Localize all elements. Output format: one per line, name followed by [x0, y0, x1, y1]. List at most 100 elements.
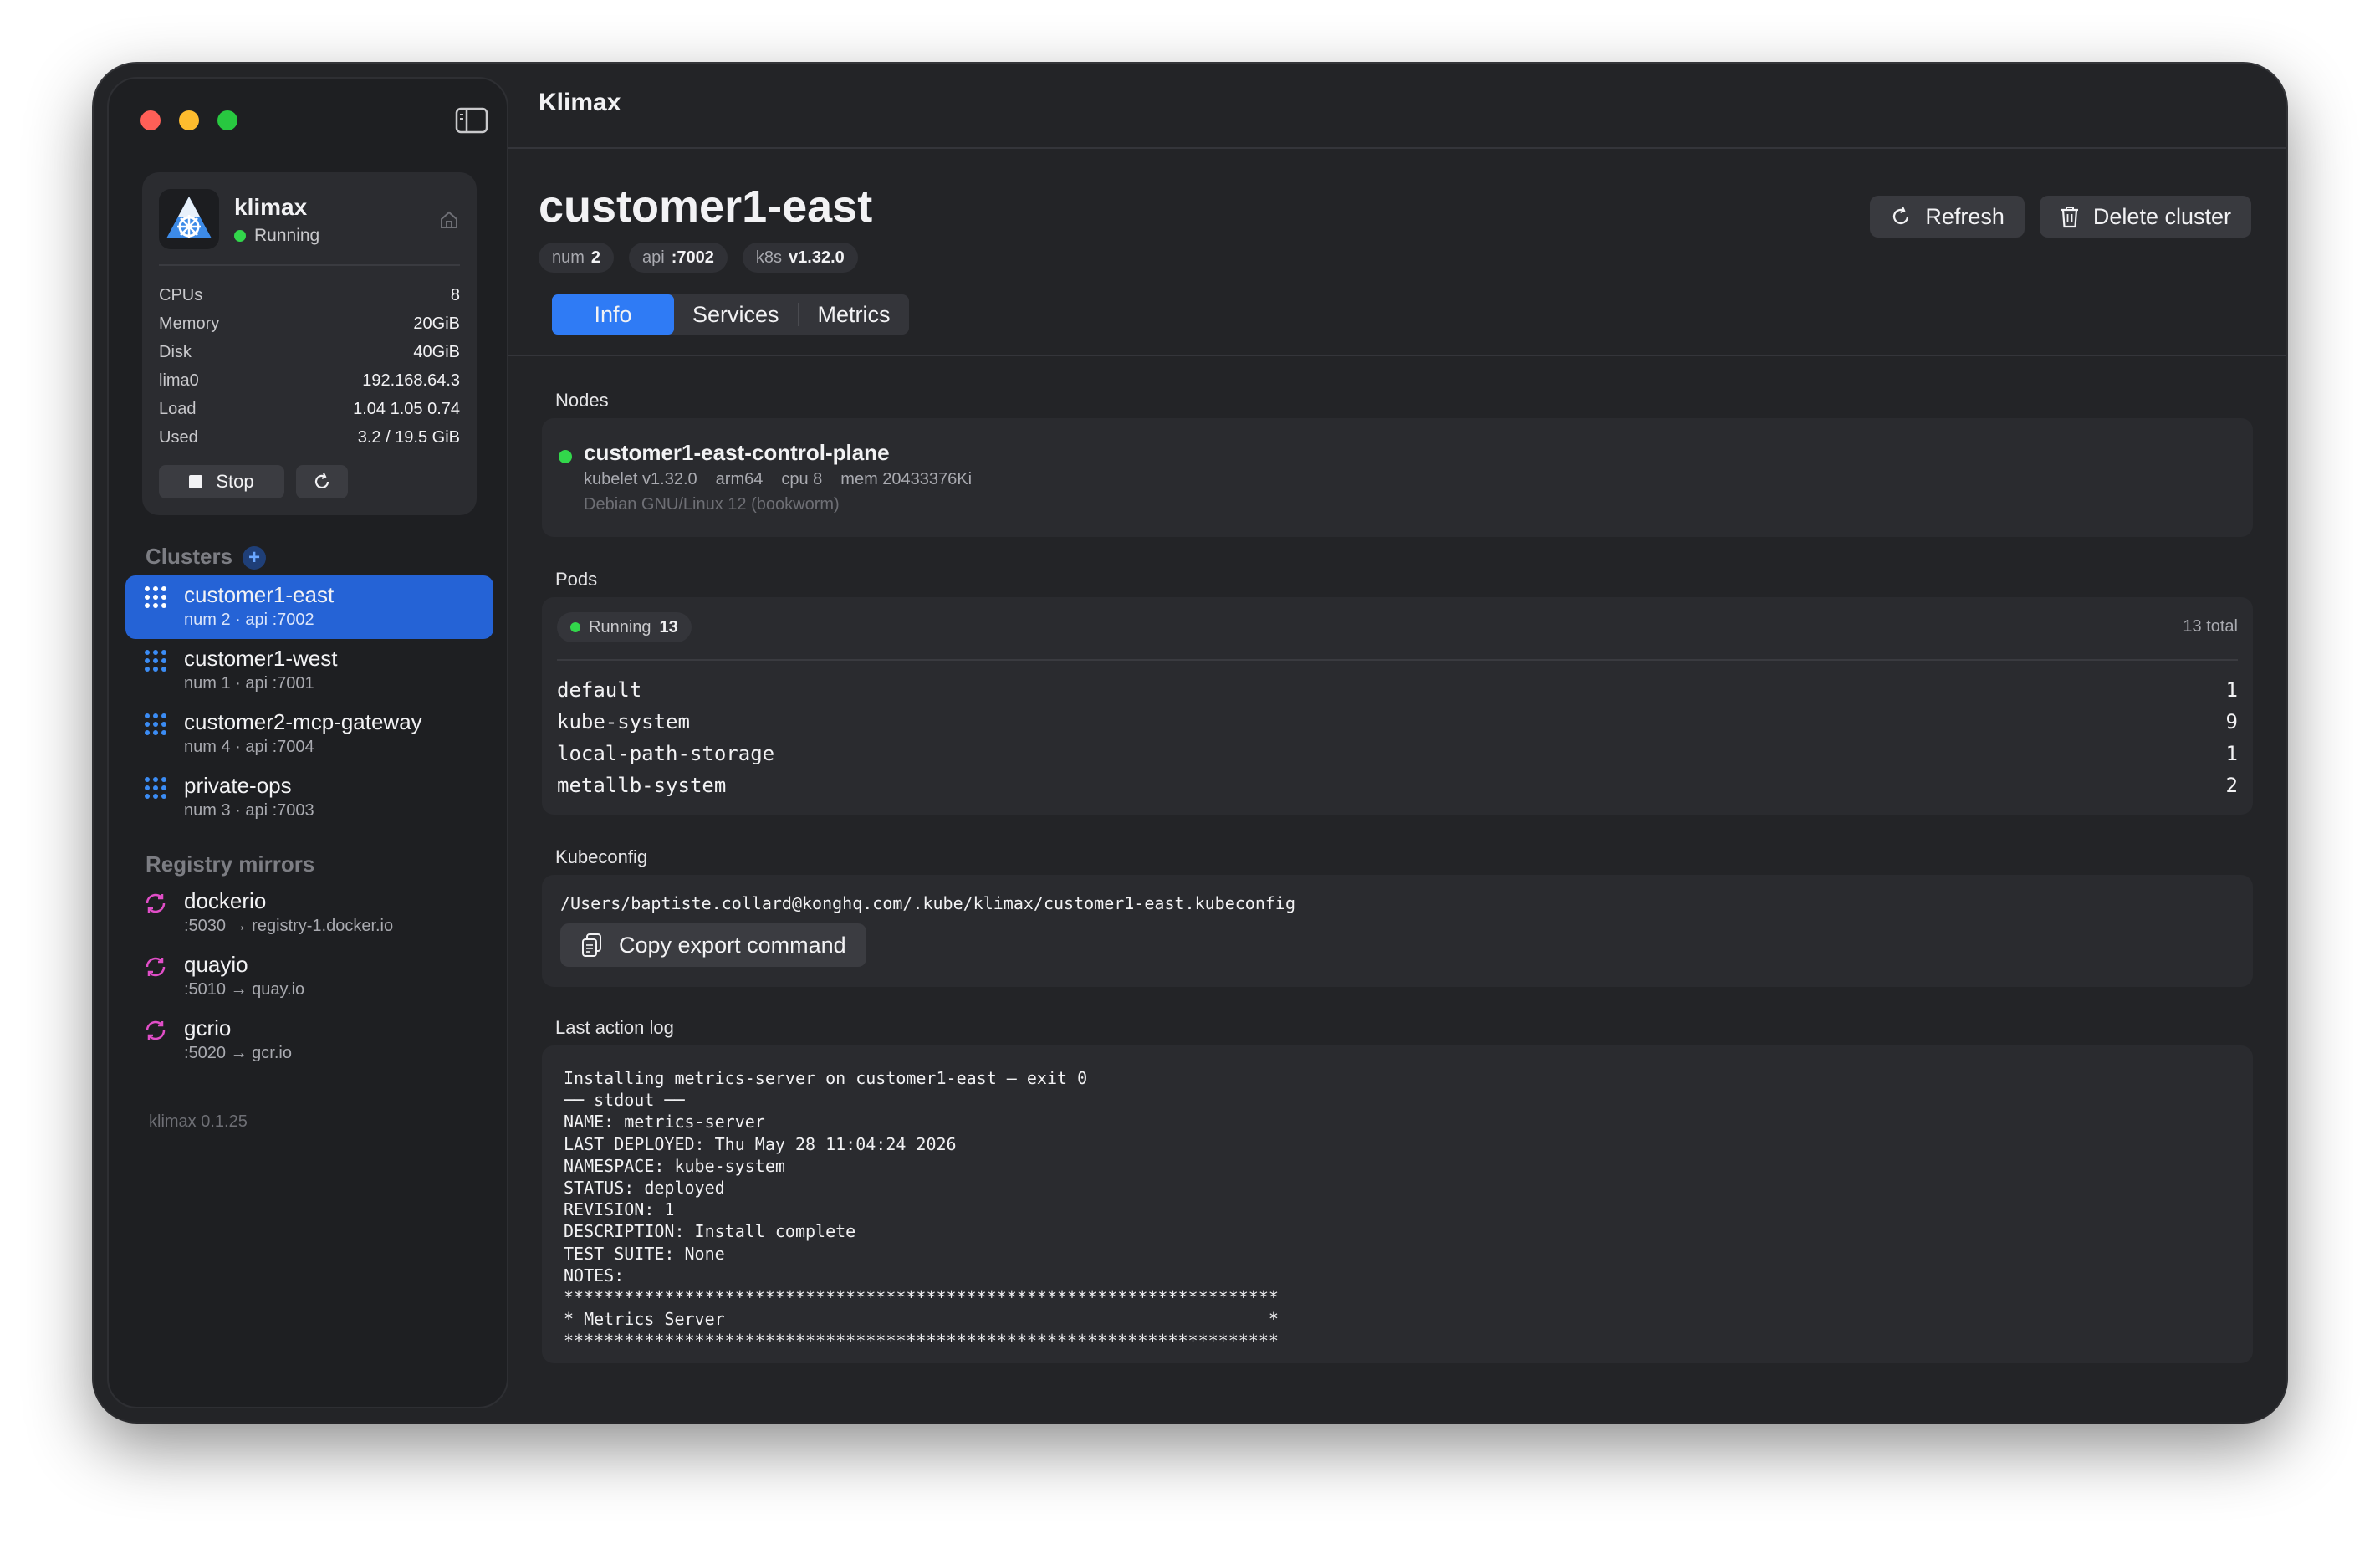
restart-vm-button[interactable] [296, 465, 348, 498]
registry-mirrors-heading: Registry mirrors [146, 851, 315, 877]
mirror-name: quayio [184, 952, 248, 977]
cluster-item-customer1-west[interactable]: customer1-west num 1 · api :7001 [125, 639, 493, 703]
vm-stats: CPUs 8 Memory 20GiB Disk 40GiB lima0 192.168… [159, 281, 460, 452]
stat-key: Memory [159, 314, 220, 333]
stat-row-lima0: lima0 192.168.64.3 [159, 366, 460, 395]
chip-label: num [552, 248, 585, 267]
running-status-dot [234, 230, 246, 242]
mirror-sub: :5030 → registry-1.docker.io [184, 917, 394, 935]
copy-export-command-label: Copy export command [619, 932, 846, 958]
pods-total: 13 total [2183, 617, 2238, 636]
mirror-name: gcrio [184, 1015, 232, 1040]
chip-api: api :7002 [629, 243, 728, 273]
titlebar: Klimax [508, 64, 2286, 149]
mirror-item-dockerio[interactable]: dockerio :5030 → registry-1.docker.io [125, 882, 493, 945]
namespace-name: default [557, 678, 642, 702]
stat-key: Disk [159, 343, 192, 361]
log-panel[interactable]: Installing metrics-server on customer1-e… [542, 1045, 2253, 1363]
chip-value: 2 [590, 248, 601, 267]
node-name: customer1-east-control-plane [584, 440, 890, 465]
stat-key: Load [159, 400, 197, 418]
cluster-sub: num 2 · api :7002 [184, 611, 314, 629]
app-title: Klimax [539, 89, 621, 116]
chip-label: api [642, 248, 665, 267]
tab-services[interactable]: Services [674, 294, 798, 335]
zoom-window-button[interactable] [217, 110, 237, 130]
trash-icon [2061, 207, 2078, 228]
namespace-name: metallb-system [557, 774, 727, 797]
mirror-item-gcrio[interactable]: gcrio :5020 → gcr.io [125, 1009, 493, 1072]
copy-export-command-button[interactable]: Copy export command [560, 923, 866, 967]
close-window-button[interactable] [140, 110, 161, 130]
cluster-grid-icon [145, 777, 166, 799]
namespace-count: 9 [2225, 710, 2238, 734]
mirror-name: dockerio [184, 888, 267, 913]
tab-info[interactable]: Info [552, 294, 674, 335]
delete-cluster-label: Delete cluster [2092, 203, 2231, 229]
home-icon[interactable] [438, 209, 460, 231]
vm-actions: Stop [159, 465, 348, 498]
vm-status-card: klimax Running CPUs 8 Memory 20GiB Disk 40G… [142, 172, 477, 515]
chip-label: k8s [755, 248, 783, 267]
mirror-sub: :5020 → gcr.io [184, 1044, 292, 1062]
restart-icon [314, 473, 329, 489]
namespace-count: 2 [2225, 774, 2238, 797]
cluster-sub: num 4 · api :7004 [184, 738, 314, 756]
node-os: Debian GNU/Linux 12 (bookworm) [584, 495, 840, 514]
log-output: Installing metrics-server on customer1-e… [564, 1068, 1279, 1352]
sidebar-toggle-icon[interactable] [455, 107, 488, 134]
pods-running-label: Running [589, 617, 651, 636]
refresh-button[interactable]: Refresh [1870, 196, 2025, 238]
divider [508, 355, 2286, 356]
chip-value: :7002 [671, 248, 714, 267]
cluster-name: customer2-mcp-gateway [184, 709, 422, 734]
refresh-icon [1893, 207, 1909, 224]
stat-value: 8 [450, 286, 460, 304]
cluster-title: customer1-east [539, 181, 873, 232]
cluster-chips: num 2 api:7002 k8s v1.32.0 [539, 243, 858, 273]
stat-key: lima0 [159, 371, 199, 390]
pods-panel: Running 13 13 total default 1 kube-system… [542, 597, 2253, 815]
sync-icon [146, 1020, 166, 1040]
divider [557, 659, 2238, 661]
stat-key: Used [159, 428, 198, 447]
cluster-item-customer1-east[interactable]: customer1-east num 2 · api :7002 [125, 575, 493, 639]
namespace-count: 1 [2225, 678, 2238, 702]
klimax-logo-icon [159, 189, 219, 249]
mirror-list: dockerio :5030 → registry-1.docker.io qu… [125, 882, 493, 1072]
mirror-item-quayio[interactable]: quayio :5010 → quay.io [125, 945, 493, 1009]
namespace-row: default 1 [557, 674, 2238, 706]
minimize-window-button[interactable] [179, 110, 199, 130]
running-status-dot [570, 622, 580, 632]
namespace-count: 1 [2225, 742, 2238, 765]
tab-metrics[interactable]: Metrics [799, 294, 909, 335]
stat-row-load: Load 1.04 1.05 0.74 [159, 395, 460, 423]
stop-vm-button[interactable]: Stop [159, 465, 284, 498]
mirror-sub: :5010 → quay.io [184, 980, 305, 999]
cluster-grid-icon [145, 650, 166, 672]
node-cpu: cpu 8 [781, 470, 823, 488]
delete-cluster-button[interactable]: Delete cluster [2039, 196, 2251, 238]
nodes-panel: customer1-east-control-plane kubelet v1.… [542, 418, 2253, 537]
kubeconfig-panel: /Users/baptiste.collard@konghq.com/.kube… [542, 875, 2253, 987]
sidebar: klimax Running CPUs 8 Memory 20GiB Disk 40G… [107, 77, 508, 1408]
cluster-sub: num 1 · api :7001 [184, 674, 314, 693]
pods-running-badge: Running 13 [557, 612, 692, 642]
namespace-row: kube-system 9 [557, 706, 2238, 738]
kubeconfig-path: /Users/baptiste.collard@konghq.com/.kube… [560, 893, 1295, 913]
cluster-name: customer1-west [184, 646, 338, 671]
namespace-name: kube-system [557, 710, 690, 734]
main-content: Klimax customer1-east num 2 api:7002 k8s v… [508, 64, 2286, 1422]
copy-icon [582, 933, 601, 957]
cluster-item-customer2-mcp-gateway[interactable]: customer2-mcp-gateway num 4 · api :7004 [125, 703, 493, 766]
add-cluster-icon[interactable]: + [243, 546, 267, 570]
stat-value: 3.2 / 19.5 GiB [357, 428, 460, 447]
cluster-item-private-ops[interactable]: private-ops num 3 · api :7003 [125, 766, 493, 830]
cluster-grid-icon [145, 586, 166, 608]
node-mem: mem 20433376Ki [840, 470, 973, 488]
vm-name: klimax [234, 194, 308, 220]
chip-num: num 2 [539, 243, 615, 273]
cluster-name: customer1-east [184, 582, 335, 607]
cluster-tabs: Info Services Metrics [552, 294, 909, 335]
stat-row-cpus: CPUs 8 [159, 281, 460, 309]
